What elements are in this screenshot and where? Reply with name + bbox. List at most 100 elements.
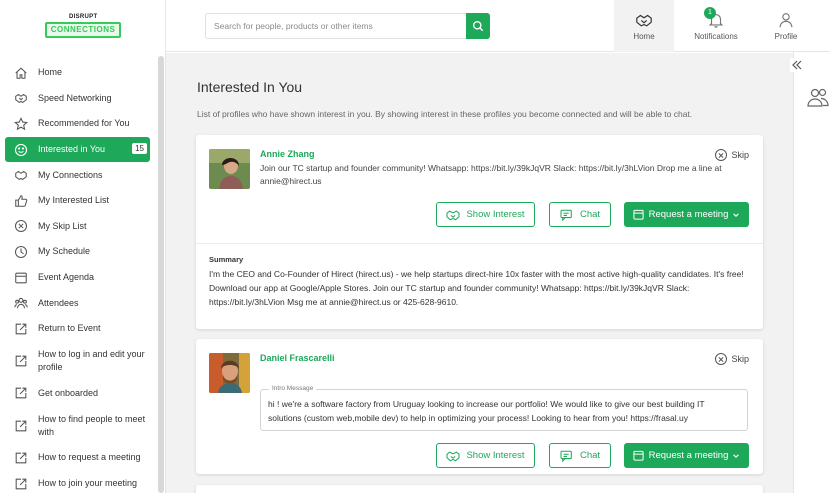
- external-link-icon: [14, 451, 28, 465]
- intro-message-text: hi ! we're a software factory from Urugu…: [268, 399, 705, 423]
- close-circle-icon: [715, 149, 728, 161]
- skip-label: Skip: [731, 150, 749, 160]
- profile-name[interactable]: Annie Zhang: [260, 149, 315, 159]
- sidebar-item-label: Home: [38, 67, 63, 78]
- people-icon[interactable]: [806, 86, 830, 108]
- chat-button[interactable]: Chat: [549, 202, 611, 227]
- page-description: List of profiles who have shown interest…: [197, 109, 693, 119]
- external-link-icon: [14, 386, 28, 400]
- chat-button[interactable]: Chat: [549, 443, 611, 468]
- external-link-icon: [14, 354, 28, 368]
- sidebar: DISRUPT CONNECTIONS Home Speed Networkin…: [0, 0, 166, 493]
- sidebar-item-label: How to find people to meet with: [38, 413, 146, 437]
- show-interest-label: Show Interest: [466, 450, 525, 461]
- sidebar-item-return-to-event[interactable]: Return to Event: [5, 316, 150, 342]
- avatar[interactable]: [209, 149, 250, 189]
- search-box: [205, 13, 490, 39]
- profile-card: [196, 485, 763, 493]
- show-interest-button[interactable]: Show Interest: [436, 202, 535, 227]
- close-circle-icon: [14, 219, 28, 233]
- notifications-badge: 1: [704, 7, 716, 19]
- show-interest-button[interactable]: Show Interest: [436, 443, 535, 468]
- profile-name[interactable]: Daniel Frascarelli: [260, 353, 335, 363]
- sidebar-item-join-meeting-help[interactable]: How to join your meeting: [5, 471, 150, 493]
- logo-top-text: DISRUPT: [69, 14, 98, 20]
- intro-message-label: Intro Message: [269, 385, 317, 392]
- sidebar-item-my-connections[interactable]: My Connections: [5, 162, 150, 188]
- handshake-icon: [14, 91, 28, 105]
- chat-label: Chat: [579, 450, 601, 461]
- sidebar-item-attendees[interactable]: Attendees: [5, 290, 150, 316]
- topnav-profile-label: Profile: [774, 32, 798, 41]
- search-button[interactable]: [466, 13, 490, 39]
- sidebar-item-label: My Schedule: [38, 246, 91, 257]
- smile-icon: [14, 143, 28, 157]
- chat-label: Chat: [579, 209, 601, 220]
- request-meeting-button[interactable]: Request a meeting: [624, 202, 749, 227]
- logo-box-text: CONNECTIONS: [45, 22, 121, 38]
- right-rail: [790, 52, 830, 493]
- double-chevron-left-icon[interactable]: [790, 58, 804, 72]
- calendar-icon: [633, 450, 644, 461]
- avatar[interactable]: [209, 353, 250, 393]
- sidebar-scrollbar[interactable]: [158, 56, 164, 493]
- search-input[interactable]: [206, 14, 467, 38]
- main-content: Interested In You List of profiles who h…: [166, 53, 793, 493]
- sidebar-item-label: Speed Networking: [38, 92, 112, 103]
- sidebar-item-my-schedule[interactable]: My Schedule: [5, 239, 150, 265]
- summary-label: Summary: [209, 255, 244, 264]
- sidebar-item-label: My Skip List: [38, 220, 87, 231]
- chevron-down-icon: [733, 212, 740, 217]
- skip-button[interactable]: Skip: [715, 353, 749, 365]
- skip-button[interactable]: Skip: [715, 149, 749, 161]
- topnav-home[interactable]: Home: [614, 0, 674, 52]
- topnav-notifications-label: Notifications: [694, 32, 738, 41]
- sidebar-item-request-meeting-help[interactable]: How to request a meeting: [5, 445, 150, 471]
- card-divider: [196, 243, 763, 244]
- sidebar-item-home[interactable]: Home: [5, 60, 150, 86]
- sidebar-item-login-help[interactable]: How to log in and edit your profile: [5, 342, 150, 381]
- chevron-down-icon: [733, 453, 740, 458]
- sidebar-item-label: Recommended for You: [38, 118, 130, 129]
- topnav-notifications[interactable]: 1 Notifications: [684, 0, 748, 52]
- star-icon: [14, 117, 28, 131]
- close-circle-icon: [715, 353, 728, 365]
- chat-icon: [560, 450, 572, 462]
- sidebar-item-event-agenda[interactable]: Event Agenda: [5, 265, 150, 291]
- profile-bio: Join our TC startup and founder communit…: [260, 163, 722, 186]
- external-link-icon: [14, 322, 28, 336]
- sidebar-item-label: Get onboarded: [38, 387, 99, 398]
- sidebar-item-label: Interested in You: [38, 144, 106, 155]
- sidebar-item-recommended[interactable]: Recommended for You: [5, 111, 150, 137]
- sidebar-item-label: Return to Event: [38, 323, 101, 334]
- handshake-icon: [446, 451, 460, 461]
- agenda-icon: [14, 271, 28, 285]
- attendees-icon: [14, 296, 28, 310]
- sidebar-item-interested-in-you[interactable]: Interested in You 15: [5, 136, 150, 163]
- interested-count-badge: 15: [132, 142, 147, 154]
- sidebar-item-label: Event Agenda: [38, 272, 95, 283]
- sidebar-item-label: How to join your meeting: [38, 478, 138, 489]
- request-meeting-button[interactable]: Request a meeting: [624, 443, 749, 468]
- sidebar-item-label: How to log in and edit your profile: [38, 349, 145, 373]
- summary-text: I'm the CEO and Co-Founder of Hirect (hi…: [209, 269, 744, 307]
- sidebar-item-label: My Connections: [38, 169, 103, 180]
- home-icon: [14, 66, 28, 80]
- sidebar-item-find-people-help[interactable]: How to find people to meet with: [5, 406, 150, 445]
- sidebar-item-get-onboarded[interactable]: Get onboarded: [5, 381, 150, 407]
- thumbs-up-icon: [14, 194, 28, 208]
- sidebar-item-label: Attendees: [38, 297, 79, 308]
- skip-label: Skip: [731, 354, 749, 364]
- calendar-icon: [633, 209, 644, 220]
- sidebar-item-speed-networking[interactable]: Speed Networking: [5, 86, 150, 112]
- topnav-profile[interactable]: Profile: [756, 0, 816, 52]
- request-meeting-label: Request a meeting: [648, 450, 729, 461]
- sidebar-item-my-skip-list[interactable]: My Skip List: [5, 214, 150, 240]
- logo[interactable]: DISRUPT CONNECTIONS: [45, 13, 121, 39]
- show-interest-label: Show Interest: [466, 209, 525, 220]
- sidebar-item-my-interested-list[interactable]: My Interested List: [5, 188, 150, 214]
- sidebar-item-label: My Interested List: [38, 195, 110, 206]
- connections-icon: [14, 168, 28, 182]
- chat-icon: [560, 209, 572, 221]
- external-link-icon: [14, 477, 28, 491]
